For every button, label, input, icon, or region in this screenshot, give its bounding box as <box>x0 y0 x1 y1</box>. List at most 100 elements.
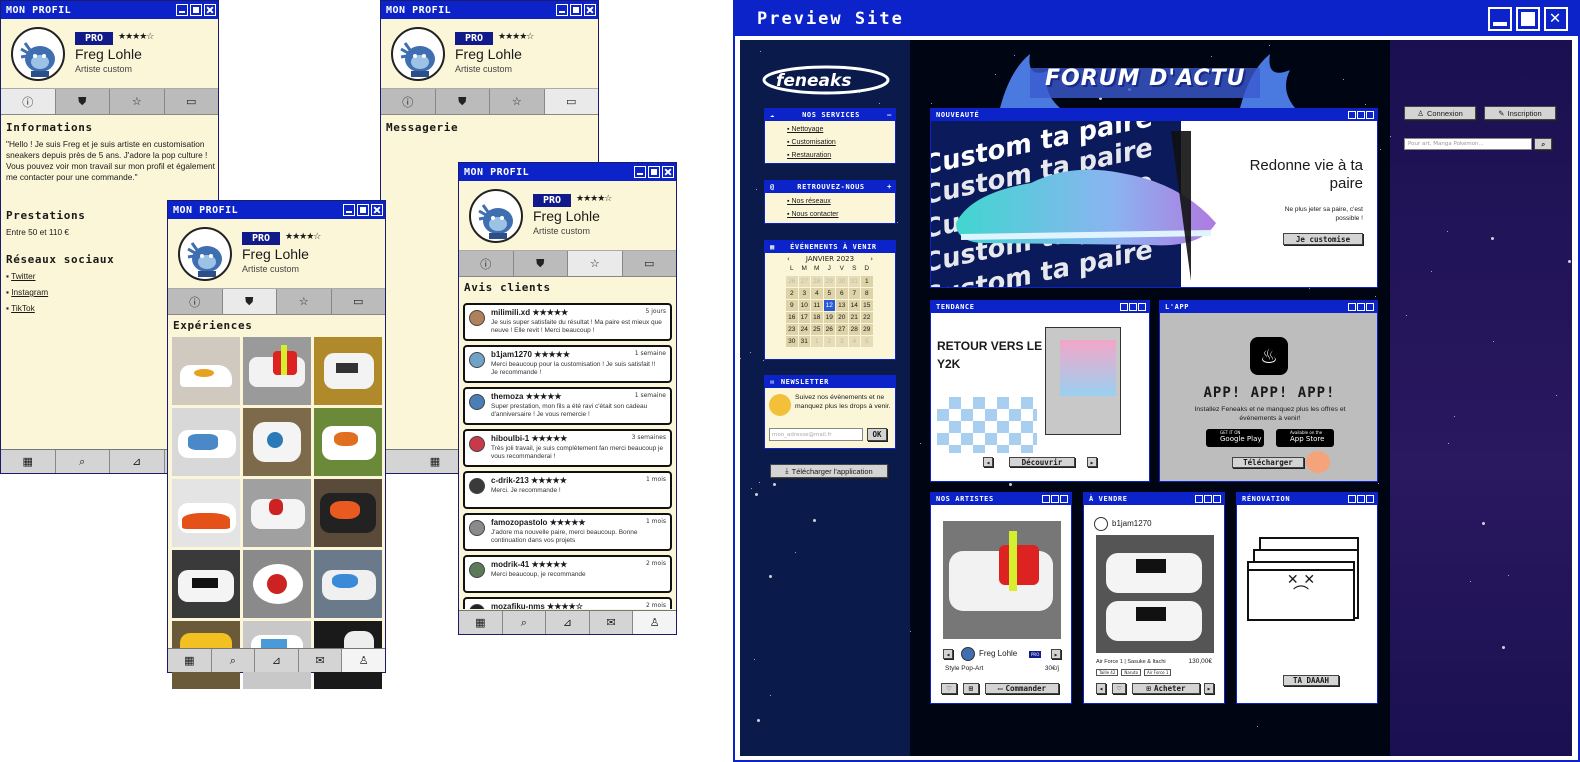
calendar-day[interactable]: 10 <box>797 298 811 312</box>
window-controls[interactable] <box>1348 495 1374 503</box>
maximize-button[interactable] <box>570 4 582 16</box>
prev-month-button[interactable]: ‹ <box>787 255 790 263</box>
tab-experiences[interactable]: ⛊ <box>435 89 490 114</box>
calendar-day[interactable]: 24 <box>797 322 811 336</box>
tab-experiences[interactable]: ⛊ <box>222 289 277 314</box>
newsletter-titlebar[interactable]: ✉ NEWSLETTER <box>765 376 895 388</box>
sneaker-photo[interactable] <box>314 479 382 547</box>
close-button[interactable] <box>371 204 383 216</box>
nav-shop[interactable]: ⊿ <box>110 450 165 473</box>
tab-info[interactable]: ⓘ <box>1 89 56 114</box>
minimize-button[interactable] <box>1488 7 1512 31</box>
sneaker-photo[interactable] <box>172 479 240 547</box>
link-socials[interactable]: ▪ Nos réseaux <box>787 195 895 208</box>
maximize-button[interactable] <box>648 166 660 178</box>
calendar-day[interactable]: 5 <box>822 286 836 300</box>
calendar-day[interactable]: 1 <box>860 274 874 288</box>
calendar-day[interactable]: 27 <box>797 274 811 288</box>
tab-info[interactable]: ⓘ <box>381 89 436 114</box>
tab-reviews[interactable]: ☆ <box>568 251 623 276</box>
prev-item-button[interactable]: ◂ <box>1096 683 1106 694</box>
minimize-button[interactable] <box>556 4 568 16</box>
nav-mail[interactable]: ✉ <box>590 611 634 634</box>
newsletter-ok-button[interactable]: OK <box>867 428 887 441</box>
buy-button[interactable]: ⊞ Acheter <box>1132 683 1200 694</box>
close-button[interactable] <box>204 4 216 16</box>
calendar-day[interactable]: 25 <box>810 322 824 336</box>
prev-button[interactable]: ◂ <box>983 457 993 467</box>
tab-messages[interactable]: ▭ <box>544 89 598 114</box>
calendar-day[interactable]: 31 <box>847 274 861 288</box>
review-card[interactable]: c-drik-213 ★★★★★ 1 mois Merci. Je recomman… <box>463 471 672 509</box>
calendar-day[interactable]: 17 <box>797 310 811 324</box>
nouveaute-titlebar[interactable]: NOUVEAUTÉ <box>931 109 1377 121</box>
collapse-icon[interactable]: — <box>887 111 892 119</box>
calendar-day[interactable]: 4 <box>810 286 824 300</box>
tab-messages[interactable]: ▭ <box>331 289 385 314</box>
sneaker-photo[interactable] <box>243 337 311 405</box>
sale-titlebar[interactable]: À VENDRE <box>1084 493 1224 505</box>
sneaker-photo[interactable] <box>314 408 382 476</box>
review-card[interactable]: b1jam1270 ★★★★★ 1 semaine Merci beaucoup p… <box>463 345 672 383</box>
nav-shop[interactable]: ⊿ <box>546 611 590 634</box>
review-card[interactable]: modrik-41 ★★★★★ 2 mois Merci beaucoup, je … <box>463 555 672 593</box>
download-button[interactable]: Télécharger <box>1232 457 1304 468</box>
preview-titlebar[interactable]: Preview Site ✕ <box>735 2 1578 36</box>
close-button[interactable] <box>584 4 596 16</box>
next-artist-button[interactable]: ▸ <box>1051 649 1061 659</box>
review-card[interactable]: mozafiku-nms ★★★★☆ 2 mois <box>463 597 672 609</box>
sneaker-photo[interactable] <box>314 550 382 618</box>
service-link-cleaning[interactable]: ▪ Nettoyage <box>787 123 895 136</box>
tag[interactable]: Naruto <box>1121 669 1142 676</box>
social-link-twitter[interactable]: ▪ Twitter <box>6 271 36 282</box>
maximize-button[interactable] <box>190 4 202 16</box>
tab-reviews[interactable]: ☆ <box>110 89 165 114</box>
expand-icon[interactable]: + <box>887 183 892 191</box>
events-titlebar[interactable]: ▦ ÉVÉNEMENTS À VENIR <box>765 241 895 253</box>
app-titlebar[interactable]: L'APP <box>1160 301 1377 313</box>
window-titlebar[interactable]: MON PROFIL <box>1 1 218 19</box>
calendar-day[interactable]: 16 <box>785 310 799 324</box>
minimize-button[interactable] <box>176 4 188 16</box>
services-titlebar[interactable]: ☁ NOS SERVICES — <box>765 109 895 121</box>
calendar-day[interactable]: 4 <box>847 334 861 348</box>
social-link-tiktok[interactable]: ▪ TikTok <box>6 303 35 314</box>
link-contact[interactable]: ▪ Nous contacter <box>787 208 895 221</box>
cart-button[interactable]: ⊞ <box>963 683 979 694</box>
nav-mail[interactable]: ✉ <box>299 649 343 672</box>
review-card[interactable]: famozopastolo ★★★★★ 1 mois J'adore ma nouv… <box>463 513 672 551</box>
calendar-day[interactable]: 26 <box>785 274 799 288</box>
sneaker-photo[interactable] <box>243 550 311 618</box>
calendar-day[interactable]: 2 <box>785 286 799 300</box>
order-button[interactable]: ▭ Commander <box>985 683 1059 694</box>
calendar-day[interactable]: 5 <box>860 334 874 348</box>
sneaker-photo[interactable] <box>243 479 311 547</box>
calendar-day[interactable]: 27 <box>835 322 849 336</box>
app-store-button[interactable]: Available on the App Store <box>1276 429 1334 447</box>
tab-messages[interactable]: ▭ <box>164 89 218 114</box>
calendar-day[interactable]: 15 <box>860 298 874 312</box>
tab-experiences[interactable]: ⛊ <box>55 89 110 114</box>
calendar-day[interactable]: 29 <box>822 274 836 288</box>
prev-artist-button[interactable]: ◂ <box>943 649 953 659</box>
calendar-day[interactable]: 12 <box>822 298 836 312</box>
window-controls[interactable] <box>1120 303 1146 311</box>
calendar-day[interactable]: 2 <box>822 334 836 348</box>
discover-button[interactable]: Découvrir <box>1009 457 1075 467</box>
calendar-day[interactable]: 30 <box>785 334 799 348</box>
window-controls[interactable] <box>1042 495 1068 503</box>
tab-reviews[interactable]: ☆ <box>277 289 332 314</box>
sneaker-photo[interactable] <box>172 337 240 405</box>
window-controls[interactable] <box>1348 111 1374 119</box>
calendar-day[interactable]: 31 <box>797 334 811 348</box>
tab-messages[interactable]: ▭ <box>622 251 676 276</box>
download-app-button[interactable]: ⤓ Télécharger l'application <box>770 464 888 478</box>
minimize-button[interactable] <box>343 204 355 216</box>
service-link-restore[interactable]: ▪ Restauration <box>787 149 895 162</box>
calendar-day[interactable]: 6 <box>835 286 849 300</box>
nav-calendar[interactable]: ▦ <box>459 611 503 634</box>
search-input[interactable]: Pour art, Manga Pokemon... <box>1404 138 1532 150</box>
tada-button[interactable]: TA DAAAH <box>1283 675 1339 686</box>
calendar-day[interactable]: 1 <box>810 334 824 348</box>
calendar-day[interactable]: 28 <box>847 322 861 336</box>
